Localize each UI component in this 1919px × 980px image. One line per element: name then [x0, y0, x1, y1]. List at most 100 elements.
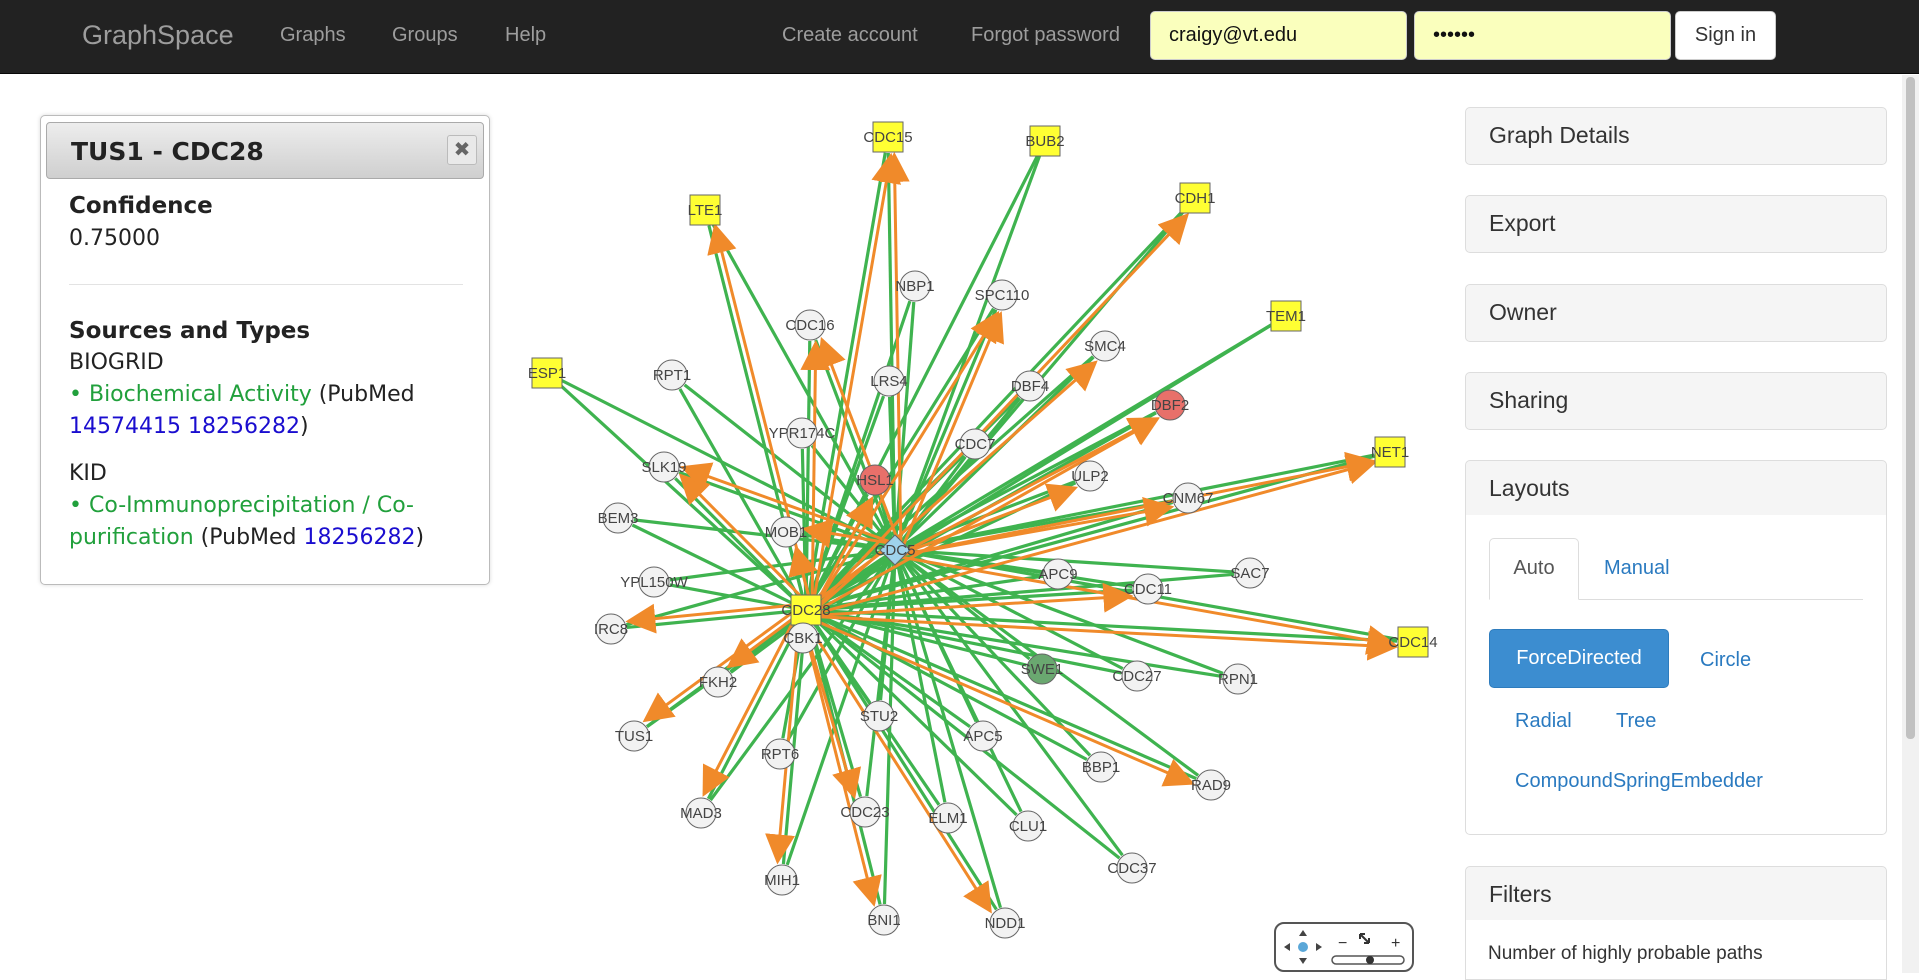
- node-net1[interactable]: NET1: [1371, 436, 1409, 468]
- node-ypl150w[interactable]: YPL150W: [620, 566, 689, 598]
- edge-detail-panel: TUS1 - CDC28 ✖ Confidence 0.75000 Source…: [40, 115, 490, 585]
- pubmed-link-18256282[interactable]: 18256282: [188, 414, 300, 439]
- node-ndd1[interactable]: NDD1: [985, 907, 1026, 939]
- layout-forcedirected-button[interactable]: ForceDirected: [1489, 629, 1669, 688]
- node-lte1[interactable]: LTE1: [688, 194, 723, 226]
- zoom-in-icon[interactable]: +: [1391, 935, 1400, 952]
- node-label: CDH1: [1175, 190, 1216, 207]
- node-nbp1[interactable]: NBP1: [895, 270, 935, 302]
- node-esp1[interactable]: ESP1: [528, 357, 566, 389]
- source-kid-pubmed-line: purification (PubMed 18256282): [69, 525, 424, 550]
- edge-panel-header[interactable]: TUS1 - CDC28 ✖: [46, 122, 484, 179]
- pubmed-link-14574415[interactable]: 14574415: [69, 414, 181, 439]
- node-label: BBP1: [1082, 759, 1120, 776]
- zoom-control[interactable]: − +: [1274, 922, 1414, 972]
- node-elm1[interactable]: ELM1: [928, 802, 968, 834]
- node-bem3[interactable]: BEM3: [598, 502, 639, 534]
- node-smc4[interactable]: SMC4: [1084, 330, 1126, 362]
- node-rpn1[interactable]: RPN1: [1218, 663, 1258, 695]
- node-apc9[interactable]: APC9: [1038, 558, 1078, 590]
- page-scrollbar[interactable]: [1902, 75, 1919, 973]
- node-lrs4[interactable]: LRS4: [870, 365, 908, 397]
- nav-graphs[interactable]: Graphs: [280, 24, 346, 47]
- edges-layer: [557, 151, 1398, 914]
- fit-icon[interactable]: [1359, 933, 1370, 944]
- scrollbar-thumb[interactable]: [1906, 77, 1915, 739]
- node-label: BNI1: [867, 912, 900, 929]
- zoom-slider-handle[interactable]: [1366, 956, 1374, 964]
- email-input[interactable]: [1150, 11, 1407, 60]
- graph-details-panel[interactable]: Graph Details: [1465, 107, 1887, 165]
- node-label: CBK1: [783, 630, 822, 647]
- node-label: APC5: [963, 728, 1002, 745]
- layout-circle-link[interactable]: Circle: [1700, 649, 1751, 672]
- filters-panel[interactable]: Filters: [1465, 866, 1887, 924]
- sign-in-button[interactable]: Sign in: [1675, 11, 1776, 60]
- node-mad3[interactable]: MAD3: [680, 797, 722, 829]
- forgot-password-link[interactable]: Forgot password: [971, 24, 1120, 47]
- node-bbp1[interactable]: BBP1: [1082, 751, 1120, 783]
- pan-icon[interactable]: [1284, 930, 1322, 964]
- password-input[interactable]: [1414, 11, 1671, 60]
- node-label: FKH2: [699, 674, 737, 691]
- coip-link-cont[interactable]: purification: [69, 525, 194, 550]
- close-icon[interactable]: ✖: [447, 135, 477, 165]
- sharing-heading: Sharing: [1489, 387, 1569, 413]
- node-label: NBP1: [895, 278, 934, 295]
- node-label: NDD1: [985, 915, 1026, 932]
- node-cdc37[interactable]: CDC37: [1107, 852, 1157, 884]
- pubmed-prefix: (PubMed: [200, 525, 297, 550]
- brand-logo[interactable]: GraphSpace: [82, 20, 234, 51]
- node-cdc15[interactable]: CDC15: [863, 121, 913, 153]
- node-mob1[interactable]: MOB1: [765, 516, 808, 548]
- node-cdc16[interactable]: CDC16: [785, 309, 835, 341]
- node-label: HSL1: [856, 472, 894, 489]
- export-panel[interactable]: Export: [1465, 195, 1887, 253]
- node-clu1[interactable]: CLU1: [1009, 810, 1047, 842]
- node-sac7[interactable]: SAC7: [1230, 557, 1270, 589]
- layouts-panel[interactable]: Layouts: [1465, 460, 1887, 518]
- edge-directed-cdc28-cdc16[interactable]: [800, 340, 831, 611]
- nav-groups[interactable]: Groups: [392, 24, 458, 47]
- node-label: NET1: [1371, 444, 1409, 461]
- node-label: CDC27: [1112, 668, 1161, 685]
- graph-canvas[interactable]: CDC15 BUB2 CDH1 LTE1 TEM1 ESP1 NET1 CDC14 CDC28 C…: [520, 95, 1440, 975]
- pubmed-suffix: ): [415, 525, 425, 550]
- node-cdc14[interactable]: CDC14: [1388, 626, 1438, 658]
- node-label: SAC7: [1230, 565, 1269, 582]
- create-account-link[interactable]: Create account: [782, 24, 918, 47]
- node-label: DBF2: [1151, 397, 1189, 414]
- sharing-panel[interactable]: Sharing: [1465, 372, 1887, 430]
- node-label: ESP1: [528, 365, 566, 382]
- layout-compound-link[interactable]: CompoundSpringEmbedder: [1515, 770, 1763, 793]
- node-label: SMC4: [1084, 338, 1126, 355]
- node-bni1[interactable]: BNI1: [867, 904, 901, 936]
- node-label: CDC37: [1107, 860, 1156, 877]
- tab-auto[interactable]: Auto: [1489, 538, 1579, 600]
- edge-cdc5-mad3[interactable]: [709, 549, 897, 802]
- node-label: RAD9: [1191, 777, 1231, 794]
- node-slk19[interactable]: SLK19: [641, 451, 687, 483]
- node-cdh1[interactable]: CDH1: [1175, 182, 1216, 214]
- node-label: SWE1: [1021, 661, 1064, 678]
- node-label: CLU1: [1009, 818, 1047, 835]
- node-label: CDC23: [840, 804, 889, 821]
- node-spc110[interactable]: SPC110: [975, 279, 1030, 311]
- node-mih1[interactable]: MIH1: [764, 864, 800, 896]
- biochemical-activity-link[interactable]: • Biochemical Activity: [69, 382, 312, 407]
- source-kid-type-line: • Co-Immunoprecipitation / Co-: [69, 493, 414, 518]
- owner-panel[interactable]: Owner: [1465, 284, 1887, 342]
- node-tem1[interactable]: TEM1: [1266, 300, 1306, 332]
- node-bub2[interactable]: BUB2: [1025, 125, 1065, 157]
- node-label: TEM1: [1266, 308, 1306, 325]
- zoom-out-icon[interactable]: −: [1338, 935, 1347, 952]
- coip-link[interactable]: • Co-Immunoprecipitation / Co-: [69, 493, 414, 518]
- tab-manual[interactable]: Manual: [1604, 557, 1670, 580]
- node-irc8[interactable]: IRC8: [594, 613, 628, 645]
- nav-help[interactable]: Help: [505, 24, 546, 47]
- pubmed-link-18256282[interactable]: 18256282: [304, 525, 416, 550]
- layout-radial-link[interactable]: Radial: [1515, 710, 1572, 733]
- node-label: CDC7: [955, 436, 996, 453]
- node-label: ULP2: [1071, 468, 1109, 485]
- layout-tree-link[interactable]: Tree: [1616, 710, 1656, 733]
